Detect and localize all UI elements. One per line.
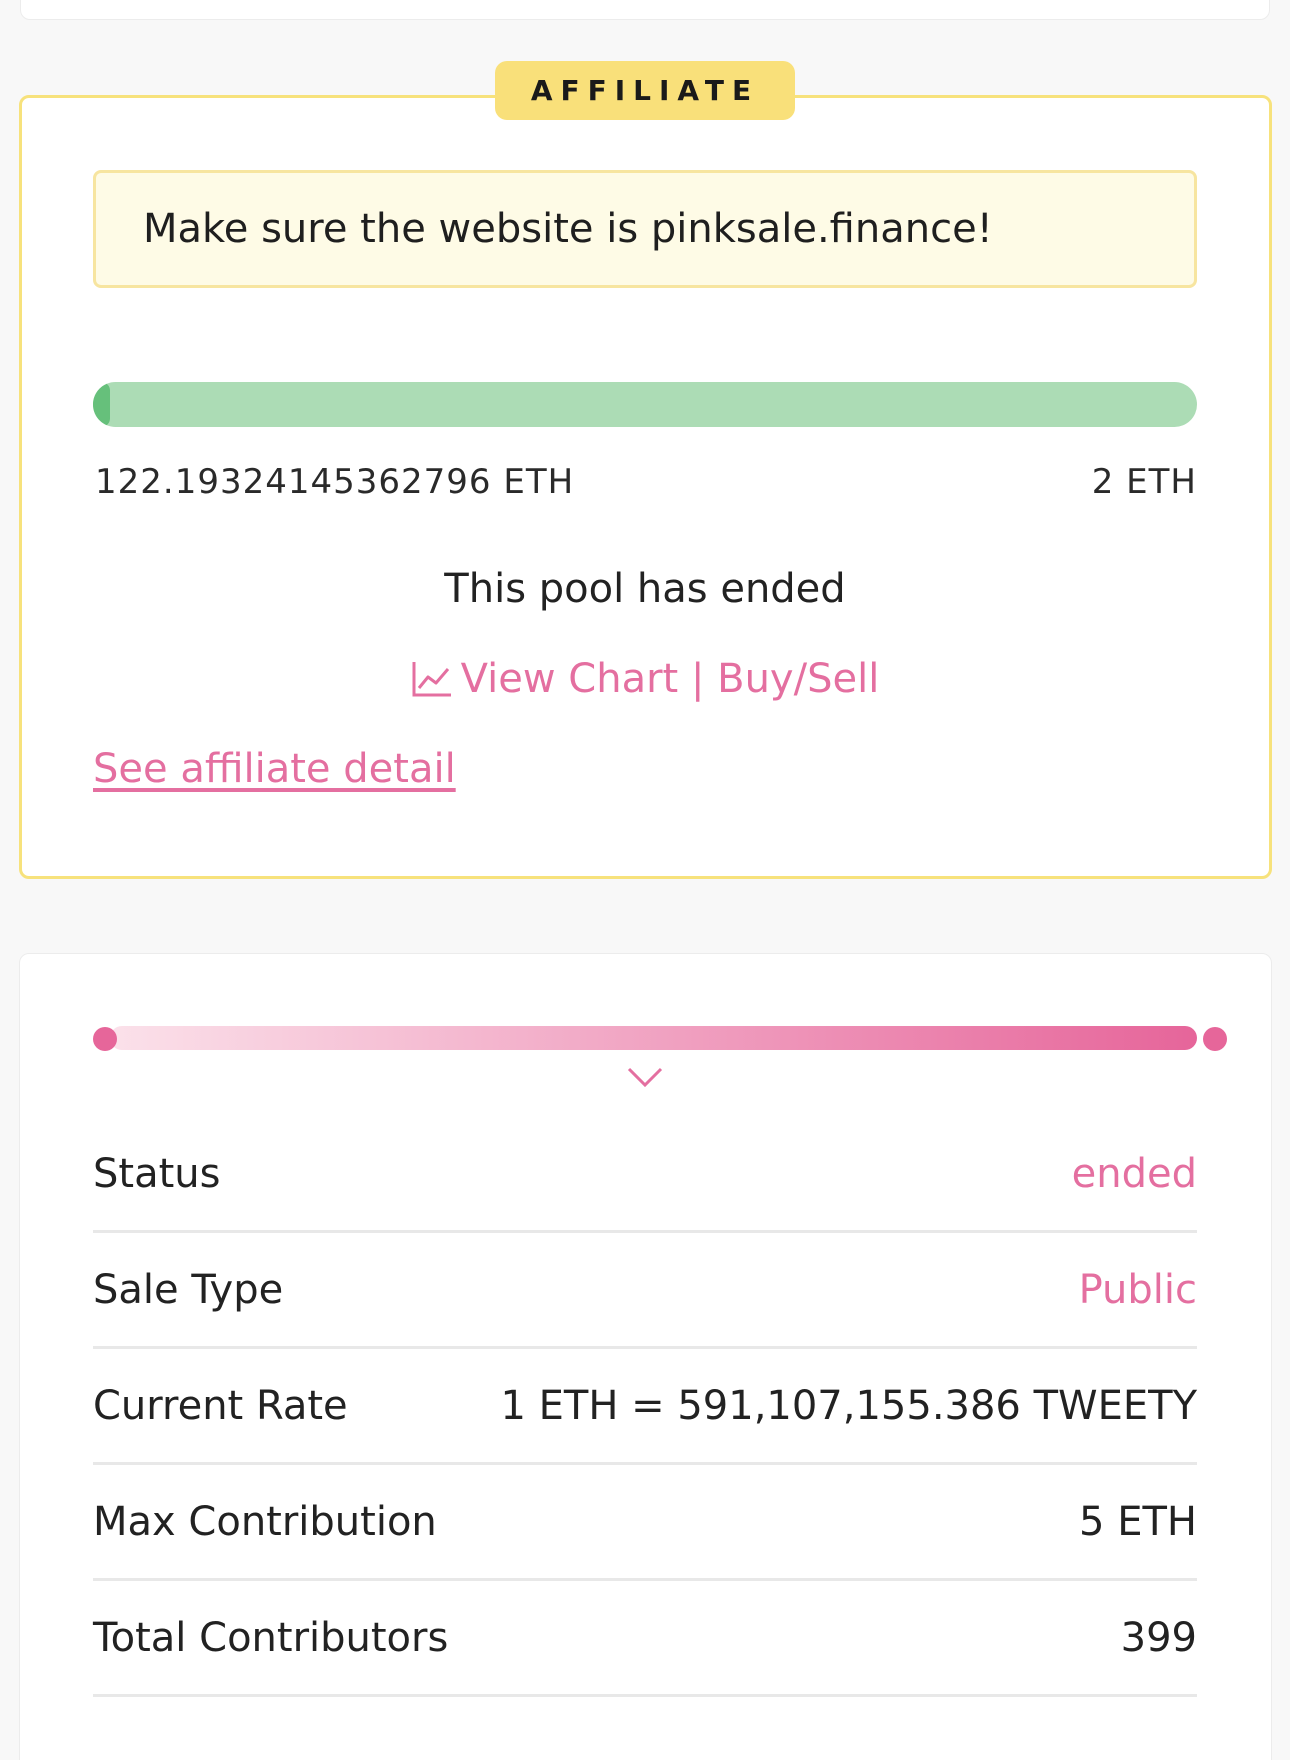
target-amount: 2 ETH (1091, 462, 1197, 502)
website-warning-text: Make sure the website is pinksale.financ… (143, 206, 993, 252)
see-affiliate-detail-link[interactable]: See affiliate detail (93, 746, 456, 792)
total-contributors-value: 399 (1120, 1614, 1197, 1661)
detail-label: Status (93, 1150, 221, 1197)
pool-status-message: This pool has ended (444, 566, 846, 612)
affiliate-badge: AFFILIATE (495, 61, 795, 120)
chevron-down-icon[interactable] (627, 1066, 663, 1088)
detail-row-max-contribution: Max Contribution 5 ETH (93, 1465, 1197, 1581)
timeline-end-dot (1203, 1027, 1227, 1051)
status-value: ended (1071, 1150, 1197, 1197)
detail-label: Max Contribution (93, 1498, 437, 1545)
previous-card (20, 0, 1270, 20)
raise-progress-bar (93, 382, 1197, 427)
detail-label: Total Contributors (93, 1614, 449, 1661)
detail-label: Sale Type (93, 1266, 284, 1313)
sale-timeline-bar (110, 1026, 1197, 1050)
website-warning: Make sure the website is pinksale.financ… (93, 170, 1197, 288)
detail-row-current-rate: Current Rate 1 ETH = 591,107,155.386 TWE… (93, 1349, 1197, 1465)
detail-row-sale-type: Sale Type Public (93, 1233, 1197, 1349)
raised-amount: 122.19324145362796 ETH (95, 462, 575, 502)
view-chart-label: View Chart | Buy/Sell (460, 656, 880, 702)
detail-row-total-contributors: Total Contributors 399 (93, 1581, 1197, 1697)
view-chart-link[interactable]: View Chart | Buy/Sell (0, 656, 1290, 702)
detail-row-status: Status ended (93, 1117, 1197, 1233)
max-contribution-value: 5 ETH (1079, 1498, 1197, 1545)
current-rate-value: 1 ETH = 591,107,155.386 TWEETY (500, 1382, 1197, 1429)
line-chart-icon (412, 662, 451, 697)
detail-label: Current Rate (93, 1382, 348, 1429)
sale-type-value: Public (1078, 1266, 1197, 1313)
timeline-start-dot (93, 1027, 117, 1051)
